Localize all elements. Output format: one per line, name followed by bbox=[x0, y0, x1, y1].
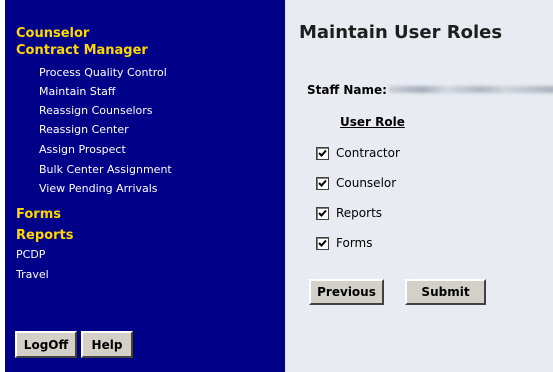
reports-checkbox[interactable] bbox=[316, 206, 329, 220]
role-row-forms: Forms bbox=[316, 234, 372, 252]
forms-checkbox[interactable] bbox=[316, 236, 329, 250]
nav-process-quality-control[interactable]: Process Quality Control bbox=[39, 66, 167, 80]
staff-name-value-redacted bbox=[389, 86, 553, 93]
previous-button[interactable]: Previous bbox=[309, 279, 384, 305]
nav-reassign-counselors[interactable]: Reassign Counselors bbox=[39, 104, 153, 118]
sidebar-nav: Counselor Contract Manager Process Quali… bbox=[5, 0, 285, 372]
checkmark-icon bbox=[318, 239, 327, 247]
role-label: Forms bbox=[336, 236, 373, 250]
checkmark-icon bbox=[318, 179, 327, 187]
checkmark-icon bbox=[318, 209, 327, 217]
staff-name-label: Staff Name: bbox=[307, 83, 387, 97]
nav-forms[interactable]: Forms bbox=[16, 207, 61, 223]
nav-reassign-center[interactable]: Reassign Center bbox=[39, 123, 129, 137]
role-label: Reports bbox=[336, 206, 383, 220]
role-row-counselor: Counselor bbox=[316, 174, 396, 192]
role-label: Contractor bbox=[336, 146, 400, 160]
nav-travel[interactable]: Travel bbox=[16, 268, 49, 282]
role-row-reports: Reports bbox=[316, 204, 382, 222]
nav-pcdp[interactable]: PCDP bbox=[16, 248, 45, 262]
nav-bulk-center-assignment[interactable]: Bulk Center Assignment bbox=[39, 163, 172, 177]
nav-contract-manager[interactable]: Contract Manager bbox=[16, 43, 148, 59]
role-label: Counselor bbox=[336, 176, 397, 190]
nav-view-pending-arrivals[interactable]: View Pending Arrivals bbox=[39, 182, 158, 196]
nav-assign-prospect[interactable]: Assign Prospect bbox=[39, 143, 126, 157]
help-button[interactable]: Help bbox=[81, 331, 133, 358]
submit-button[interactable]: Submit bbox=[405, 279, 486, 305]
user-role-header: User Role bbox=[340, 115, 405, 129]
nav-maintain-staff[interactable]: Maintain Staff bbox=[39, 85, 115, 99]
contractor-checkbox[interactable] bbox=[316, 146, 329, 160]
page-title: Maintain User Roles bbox=[299, 22, 503, 43]
logoff-button[interactable]: LogOff bbox=[15, 331, 77, 358]
main-panel: Maintain User Roles Staff Name: User Rol… bbox=[285, 0, 553, 372]
nav-counselor[interactable]: Counselor bbox=[16, 26, 89, 42]
nav-reports[interactable]: Reports bbox=[16, 228, 73, 244]
role-row-contractor: Contractor bbox=[316, 144, 400, 162]
checkmark-icon bbox=[318, 149, 327, 157]
counselor-checkbox[interactable] bbox=[316, 176, 329, 190]
